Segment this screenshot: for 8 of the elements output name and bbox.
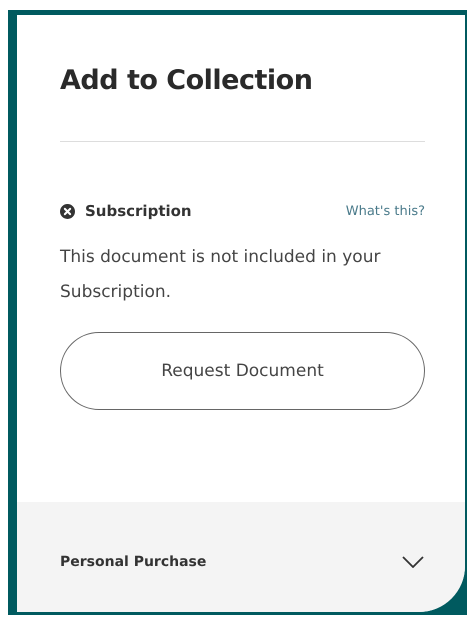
personal-purchase-section[interactable]: Personal Purchase bbox=[17, 502, 465, 612]
subscription-label: Subscription bbox=[85, 202, 193, 220]
request-document-button[interactable]: Request Document bbox=[60, 332, 425, 410]
help-link[interactable]: What's this? bbox=[346, 204, 425, 218]
chevron-icon[interactable] bbox=[401, 556, 425, 568]
section-label: Personal Purchase bbox=[60, 554, 208, 570]
subscription-message: This document is not included in your Subscription. bbox=[60, 246, 382, 304]
panel-title: Add to Collection bbox=[60, 65, 314, 96]
